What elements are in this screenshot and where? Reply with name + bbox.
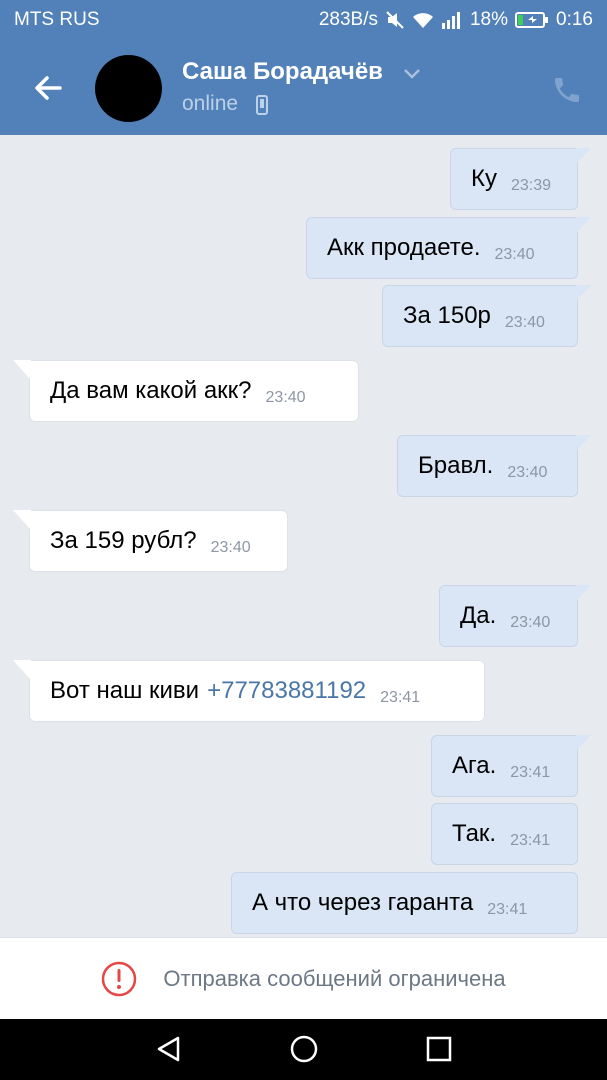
- message-text: Ага.: [452, 752, 497, 779]
- call-button[interactable]: [551, 74, 583, 106]
- system-nav-bar: [0, 1019, 607, 1080]
- avatar[interactable]: [95, 55, 162, 122]
- message-text: Вот наш киви: [50, 677, 200, 704]
- message-text: Бравл.: [418, 452, 494, 479]
- status-bar: MTS RUS 283B/s 18% 0:16: [0, 0, 607, 40]
- bubble-tail: [576, 435, 591, 451]
- bubble-tail: [576, 217, 591, 233]
- network-speed: 283B/s: [318, 9, 378, 30]
- message-text: А что через гаранта: [252, 889, 474, 916]
- message-time: 23:40: [504, 314, 545, 331]
- restriction-message: Отправка сообщений ограничена: [163, 965, 506, 991]
- message-time: 23:40: [265, 389, 306, 406]
- home-circle-icon: [290, 1035, 318, 1063]
- status-right: 283B/s 18% 0:16: [319, 9, 593, 31]
- contact-name[interactable]: Саша Борадачёв: [182, 58, 383, 86]
- mobile-device-icon: [256, 95, 268, 115]
- message-text: Да.: [460, 602, 497, 629]
- nav-home-button[interactable]: [289, 1034, 319, 1064]
- message-text: Так.: [452, 820, 497, 847]
- bubble-tail: [13, 510, 31, 530]
- message-bubble-outgoing[interactable]: Ку 23:39: [450, 148, 591, 210]
- phone-icon: [555, 78, 579, 102]
- message-text: За 159 рубл?: [50, 527, 197, 554]
- battery-percent: 18%: [469, 9, 509, 30]
- message-time: 23:40: [494, 246, 535, 263]
- back-triangle-icon: [157, 1036, 180, 1062]
- message-text: Акк продаете.: [327, 234, 481, 261]
- nav-recents-button[interactable]: [424, 1034, 454, 1064]
- bubble-tail: [13, 360, 31, 380]
- contact-status: online: [182, 92, 239, 115]
- message-bubble-outgoing[interactable]: Акк продаете. 23:40: [306, 217, 591, 279]
- phone-link[interactable]: +77783881192: [207, 677, 366, 705]
- mute-icon: [385, 10, 405, 30]
- message-text: Да вам какой акк?: [50, 377, 252, 404]
- signal-icon: [441, 11, 463, 29]
- bubble-tail: [13, 660, 31, 680]
- message-bubble-outgoing[interactable]: Так. 23:41: [431, 803, 578, 865]
- message-time: 23:40: [507, 464, 548, 481]
- message-text: Ку: [471, 165, 497, 192]
- message-bubble-outgoing[interactable]: Бравл. 23:40: [397, 435, 591, 497]
- message-time: 23:39: [510, 177, 552, 194]
- chat-header: Саша Борадачёв online: [0, 40, 607, 135]
- bubble-tail: [576, 585, 591, 601]
- back-button[interactable]: [30, 70, 66, 106]
- bubble-tail: [576, 148, 591, 164]
- clock: 0:16: [556, 9, 593, 30]
- message-time: 23:41: [510, 832, 551, 849]
- message-bubble-outgoing[interactable]: За 150р 23:40: [382, 285, 591, 347]
- bubble-tail: [576, 735, 591, 751]
- arrow-left-icon: [35, 76, 62, 100]
- message-list[interactable]: Ку 23:39 Акк продаете. 23:40 За 150р 23:…: [0, 135, 607, 937]
- message-time: 23:41: [510, 764, 551, 781]
- message-bubble-outgoing[interactable]: Ага. 23:41: [431, 735, 591, 797]
- message-time: 23:41: [380, 689, 421, 706]
- composer-bar: Отправка сообщений ограничена: [0, 937, 607, 1019]
- message-bubble-incoming[interactable]: За 159 рубл? 23:40: [13, 510, 288, 572]
- message-bubble-incoming[interactable]: Вот наш киви +77783881192 23:41: [13, 660, 485, 722]
- carrier-label: MTS RUS: [14, 9, 100, 30]
- wifi-icon: [412, 11, 434, 29]
- message-time: 23:40: [210, 539, 251, 556]
- battery-icon: [515, 11, 549, 29]
- bubble-tail: [576, 285, 591, 301]
- message-time: 23:41: [487, 901, 528, 918]
- exclamation-circle-icon: [102, 961, 137, 996]
- message-bubble-incoming[interactable]: Да вам какой акк? 23:40: [13, 360, 359, 422]
- message-text: За 150р: [403, 302, 491, 329]
- message-bubble-outgoing[interactable]: А что через гаранта 23:41: [231, 872, 578, 934]
- nav-back-button[interactable]: [154, 1034, 184, 1064]
- recents-square-icon: [426, 1036, 452, 1062]
- message-bubble-outgoing[interactable]: Да. 23:40: [439, 585, 591, 647]
- message-time: 23:40: [510, 614, 551, 631]
- chevron-down-icon[interactable]: [403, 67, 421, 79]
